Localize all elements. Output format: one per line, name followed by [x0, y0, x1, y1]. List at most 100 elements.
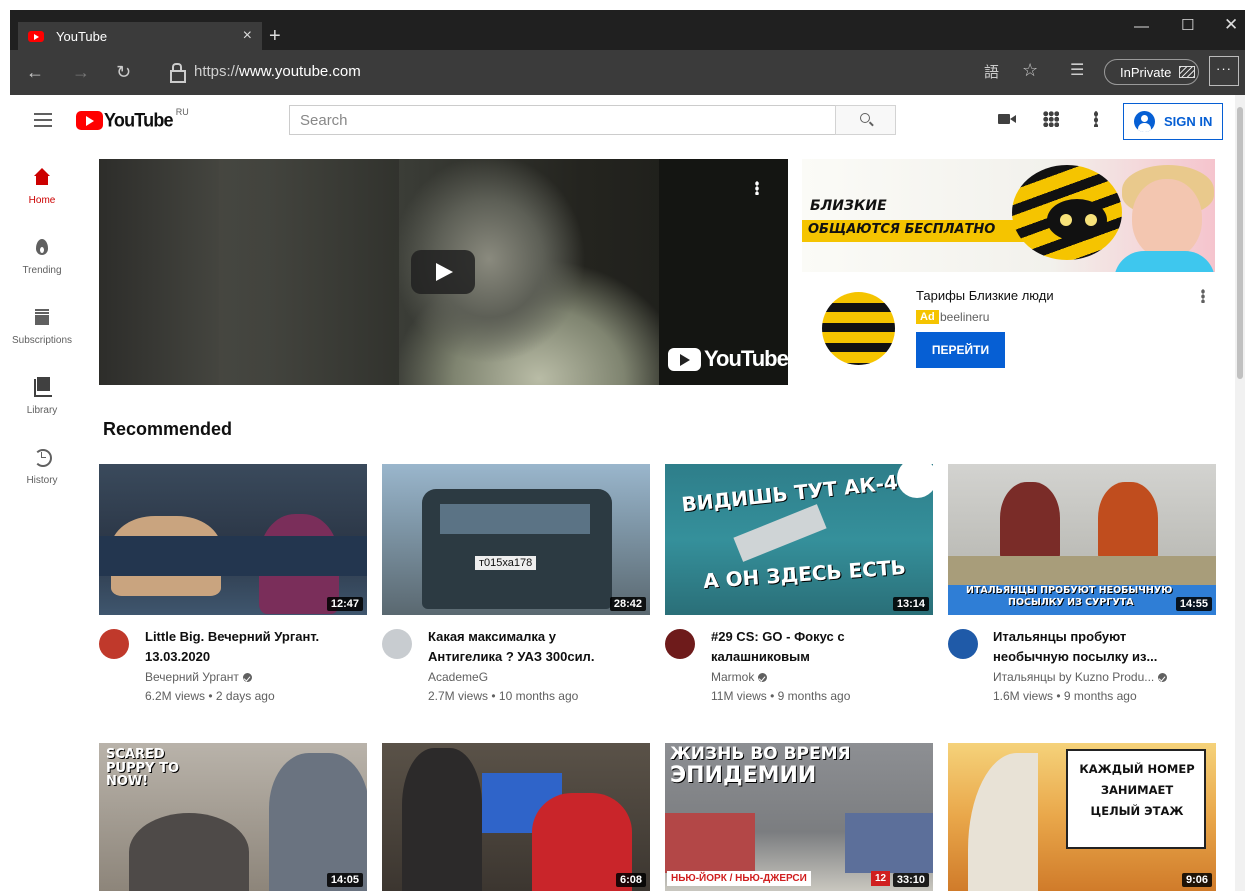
url-host: www.youtube.com	[239, 63, 361, 80]
channel-avatar[interactable]	[99, 629, 129, 659]
inprivate-button[interactable]: InPrivate	[1104, 59, 1199, 85]
youtube-play-logo-icon	[76, 111, 103, 130]
ad-channel[interactable]: beelineru	[940, 310, 989, 324]
video-thumbnail[interactable]: ИТАЛЬЯНЦЫ ПРОБУЮТ НЕОБЫЧНУЮ ПОСЫЛКУ ИЗ С…	[948, 464, 1216, 615]
ad-cta-button[interactable]: ПЕРЕЙТИ	[916, 332, 1005, 368]
video-thumbnail[interactable]: SCARED PUPPY TO NOW! 14:05	[99, 743, 367, 891]
screen-top-margin	[0, 0, 1245, 10]
video-title[interactable]: Какая максималка у Антигелика ? УАЗ 300с…	[428, 627, 628, 667]
sidebar-item-label: Trending	[22, 265, 62, 276]
banner-subline: ОБЩАЮТСЯ БЕСПЛАТНО	[808, 222, 996, 237]
banner-headline: БЛИЗКИЕ	[810, 198, 887, 214]
sidebar-item-trending[interactable]: Trending	[0, 237, 84, 276]
video-menu-icon[interactable]	[755, 181, 759, 195]
minimize-icon[interactable]: —	[1134, 18, 1149, 35]
logo-region: RU	[175, 106, 189, 117]
sidebar-item-library[interactable]: Library	[0, 377, 84, 416]
maximize-icon[interactable]: ☐	[1181, 16, 1194, 34]
youtube-watermark-icon	[668, 347, 701, 371]
channel-avatar[interactable]	[665, 629, 695, 659]
channel-name[interactable]: AcademeG	[428, 670, 488, 684]
play-button-icon[interactable]	[411, 250, 475, 294]
youtube-logo[interactable]: YouTube RU	[76, 106, 189, 131]
close-window-icon[interactable]: ✕	[1224, 15, 1238, 35]
channel-name[interactable]: Вечерний Ургант	[145, 670, 252, 684]
thumb-dog	[129, 813, 249, 891]
video-title[interactable]: Little Big. Вечерний Ургант. 13.03.2020	[145, 627, 345, 667]
sign-in-label: SIGN IN	[1164, 114, 1213, 129]
favorites-icon[interactable]: ☰	[1070, 60, 1084, 80]
channel-name-text: Вечерний Ургант	[145, 670, 239, 684]
video-title[interactable]: #29 CS: GO - Фокус с калашниковым	[711, 627, 911, 667]
apps-grid-icon[interactable]	[1043, 111, 1059, 127]
video-thumbnail[interactable]: 12:47	[99, 464, 367, 615]
thumb-caption: ПОСЫЛКУ ИЗ СУРГУТА	[1008, 597, 1134, 608]
girl-image-face	[1132, 179, 1202, 259]
thumb-badge: 12	[871, 871, 891, 886]
duration-badge: 28:42	[609, 597, 646, 611]
verified-icon	[242, 673, 252, 682]
sign-in-button[interactable]: SIGN IN	[1123, 103, 1223, 140]
forward-icon[interactable]: →	[72, 62, 90, 83]
video-thumbnail[interactable]: ВИДИШЬ ТУТ АК-47? А ОН ЗДЕСЬ ЕСТЬ 13:14	[665, 464, 933, 615]
settings-dots-icon[interactable]	[1094, 111, 1098, 127]
ad-title[interactable]: Тарифы Близкие люди	[916, 288, 1054, 303]
settings-more-button[interactable]: ···	[1209, 56, 1239, 86]
library-icon	[32, 377, 52, 397]
thumb-sofa	[99, 536, 367, 576]
subscriptions-icon	[32, 307, 52, 327]
address-field[interactable]: https://www.youtube.com	[194, 63, 361, 80]
sidebar-item-label: History	[26, 475, 58, 486]
inprivate-label: InPrivate	[1120, 64, 1172, 80]
thumb-car-window	[440, 504, 590, 534]
channel-avatar[interactable]	[382, 629, 412, 659]
view-count: 6.2M views	[145, 689, 206, 703]
menu-icon[interactable]	[34, 113, 52, 127]
video-title[interactable]: Итальянцы пробуют необычную посылку из..…	[993, 627, 1193, 667]
ad-menu-icon[interactable]	[1201, 289, 1205, 303]
girl-image-shirt	[1114, 251, 1215, 272]
browser-titlebar: YouTube × + — ☐ ✕	[10, 10, 1245, 50]
beeline-logo[interactable]	[822, 292, 895, 365]
new-tab-button[interactable]: +	[269, 26, 281, 46]
ad-badge: Ad	[916, 310, 939, 324]
video-thumbnail[interactable]: ЖИЗНЬ ВО ВРЕМЯ ЭПИДЕМИИ НЬЮ-ЙОРК / НЬЮ-Д…	[665, 743, 933, 891]
sidebar-item-subscriptions[interactable]: Subscriptions	[0, 307, 84, 346]
thumb-figure	[402, 748, 482, 891]
channel-name-text: Итальянцы by Kuzno Produ...	[993, 670, 1155, 684]
sidebar-item-label: Library	[26, 405, 58, 416]
channel-name[interactable]: Marmok	[711, 670, 768, 684]
create-video-icon[interactable]	[998, 114, 1016, 124]
refresh-icon[interactable]: ↻	[116, 62, 131, 83]
thumb-location: НЬЮ-ЙОРК / НЬЮ-ДЖЕРСИ	[667, 871, 811, 886]
sidebar-item-history[interactable]: History	[0, 447, 84, 486]
meta-separator: •	[766, 689, 778, 703]
channel-avatar[interactable]	[948, 629, 978, 659]
browser-tab-youtube[interactable]: YouTube ×	[18, 22, 262, 50]
search-button[interactable]	[835, 105, 896, 135]
meta-separator: •	[205, 689, 216, 703]
translate-icon[interactable]: 語	[984, 61, 999, 82]
video-thumbnail[interactable]: 6:08	[382, 743, 650, 891]
star-icon[interactable]: ☆	[1022, 60, 1038, 81]
channel-name[interactable]: Итальянцы by Kuzno Produ...	[993, 670, 1168, 684]
bee-robot-eye	[1085, 214, 1097, 226]
thumb-figure	[1098, 482, 1158, 562]
scrollbar-thumb[interactable]	[1237, 107, 1243, 379]
thumb-caption: А ОН ЗДЕСЬ ЕСТЬ	[702, 554, 907, 594]
video-meta: 2.7M views • 10 months ago	[428, 689, 578, 703]
browser-toolbar: ← → ↻ https://www.youtube.com 語 ☆ ☰ InPr…	[10, 50, 1245, 95]
ad-banner-image[interactable]: БЛИЗКИЕ ОБЩАЮТСЯ БЕСПЛАТНО	[802, 159, 1215, 272]
duration-badge: 9:06	[1181, 873, 1212, 887]
sidebar-item-home[interactable]: Home	[0, 167, 84, 206]
bee-robot-eye	[1060, 214, 1072, 226]
trending-icon	[32, 237, 52, 257]
page-scrollbar[interactable]	[1235, 95, 1245, 891]
video-thumbnail[interactable]: КАЖДЫЙ НОМЕР ЗАНИМАЕТ ЦЕЛЫЙ ЭТАЖ 9:06	[948, 743, 1216, 891]
video-thumbnail[interactable]: т015ха178 28:42	[382, 464, 650, 615]
search-input[interactable]: Search	[289, 105, 836, 135]
lock-icon[interactable]	[170, 63, 186, 83]
masthead-ad-video[interactable]: YouTube	[99, 159, 788, 385]
tab-close-icon[interactable]: ×	[243, 27, 252, 45]
back-icon[interactable]: ←	[26, 62, 44, 83]
